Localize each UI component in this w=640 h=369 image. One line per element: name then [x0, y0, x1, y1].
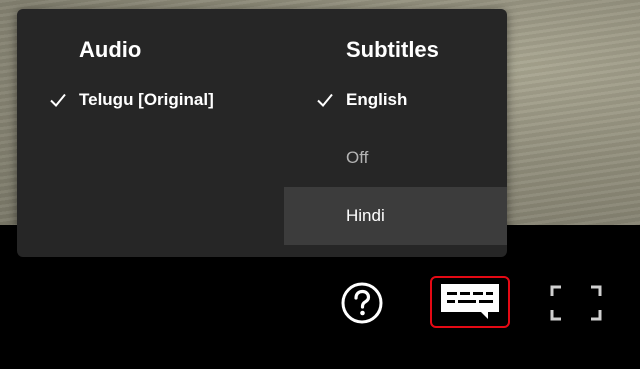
subtitle-option-off[interactable]: Off	[284, 129, 507, 187]
subtitles-bubble-icon	[441, 284, 499, 319]
subtitle-option-label: English	[346, 90, 408, 109]
checkmark-icon	[317, 93, 333, 107]
checkmark-icon	[50, 93, 66, 107]
subtitle-option-hindi[interactable]: Hindi	[284, 187, 507, 245]
audio-subtitles-menu: Audio Subtitles Telugu [Original] Englis…	[17, 9, 507, 257]
audio-option-telugu[interactable]: Telugu [Original]	[17, 71, 284, 129]
question-circle-icon	[341, 282, 383, 324]
subtitles-button[interactable]	[430, 276, 510, 328]
audio-heading: Audio	[79, 37, 142, 62]
subtitle-option-label: Hindi	[346, 206, 385, 225]
subtitle-option-english[interactable]: English	[284, 71, 507, 129]
fullscreen-button[interactable]	[548, 284, 604, 322]
help-button[interactable]	[340, 281, 384, 325]
fullscreen-icon	[550, 285, 602, 321]
subtitle-option-label: Off	[346, 148, 369, 167]
audio-option-label: Telugu [Original]	[79, 90, 214, 109]
subtitles-heading: Subtitles	[346, 37, 439, 62]
